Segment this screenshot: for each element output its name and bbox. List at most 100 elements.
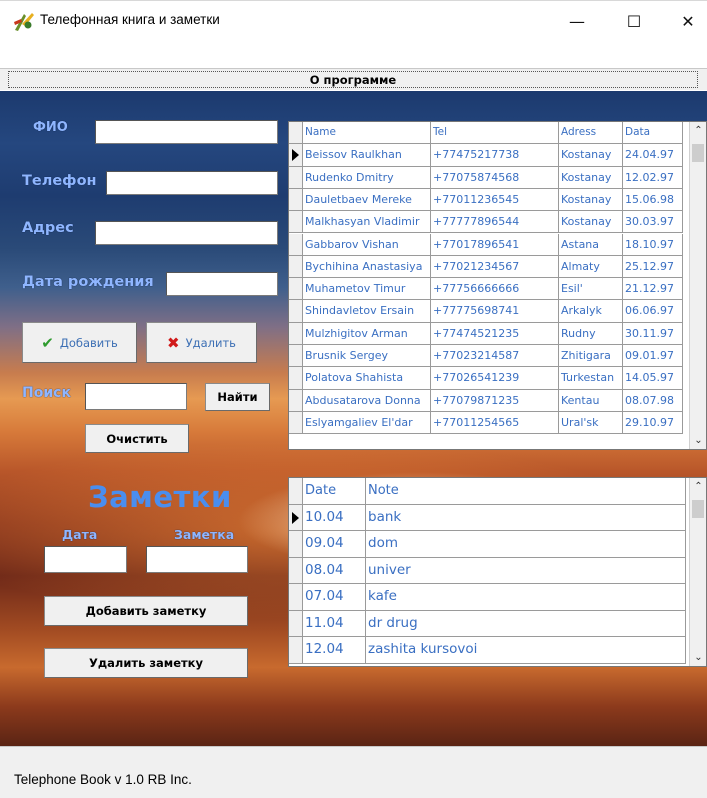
column-header[interactable]: Tel: [431, 122, 559, 145]
table-cell[interactable]: Rudny: [559, 322, 623, 345]
table-row[interactable]: Bychihina Anastasiya +77021234567 Almaty 25…: [289, 255, 683, 279]
table-cell[interactable]: +77474521235: [431, 322, 559, 345]
search-input[interactable]: [85, 383, 187, 410]
table-cell[interactable]: 08.04: [303, 557, 366, 584]
table-cell[interactable]: +77011236545: [431, 188, 559, 212]
table-row[interactable]: Malkhasyan Vladimir +77777896544 Kostanay 3…: [289, 211, 683, 234]
add-button[interactable]: ✔ Добавить: [22, 322, 137, 363]
close-button[interactable]: ✕: [666, 1, 707, 41]
table-cell[interactable]: +77079871235: [431, 389, 559, 412]
about-menu-item[interactable]: О программе: [8, 71, 698, 88]
scroll-down-icon[interactable]: ⌄: [690, 432, 706, 449]
maximize-button[interactable]: ☐: [612, 1, 656, 41]
birthdate-input[interactable]: [166, 272, 278, 296]
table-cell[interactable]: +77756666666: [431, 278, 559, 301]
scroll-thumb[interactable]: [692, 500, 704, 518]
column-header[interactable]: Note: [366, 478, 686, 505]
table-cell[interactable]: Kostanay: [559, 144, 623, 167]
table-cell[interactable]: 07.04: [303, 584, 366, 611]
table-row[interactable]: 07.04 kafe: [289, 584, 686, 611]
add-note-button[interactable]: Добавить заметку: [44, 596, 248, 626]
table-cell[interactable]: 06.06.97: [623, 300, 683, 323]
scroll-up-icon[interactable]: ⌃: [690, 478, 706, 495]
table-cell[interactable]: +77075874568: [431, 166, 559, 189]
table-cell[interactable]: +77775698741: [431, 300, 559, 323]
table-row[interactable]: 08.04 univer: [289, 557, 686, 584]
table-cell[interactable]: Abdusatarova Donna: [303, 389, 431, 412]
notes-grid[interactable]: Date Note 10.04 bank 09.04 dom 08.04 univer 07.…: [288, 477, 707, 667]
table-cell[interactable]: 09.01.97: [623, 345, 683, 368]
delete-note-button[interactable]: Удалить заметку: [44, 648, 248, 678]
note-text-input[interactable]: [146, 546, 248, 573]
address-input[interactable]: [95, 221, 278, 245]
table-cell[interactable]: 18.10.97: [623, 233, 683, 256]
table-row[interactable]: 11.04 dr drug: [289, 610, 686, 637]
table-cell[interactable]: Arkalyk: [559, 300, 623, 323]
table-row[interactable]: Brusnik Sergey +77023214587 Zhitigara 09.01…: [289, 345, 683, 368]
scroll-up-icon[interactable]: ⌃: [690, 122, 706, 139]
scroll-thumb[interactable]: [692, 144, 704, 162]
table-cell[interactable]: bank: [366, 504, 686, 531]
table-row[interactable]: Rudenko Dmitry +77075874568 Kostanay 12.02.…: [289, 166, 683, 189]
table-cell[interactable]: Mulzhigitov Arman: [303, 322, 431, 345]
notes-scrollbar[interactable]: ⌃ ⌄: [689, 478, 706, 666]
delete-button[interactable]: ✖ Удалить: [146, 322, 257, 363]
table-cell[interactable]: Muhametov Timur: [303, 278, 431, 301]
table-cell[interactable]: +77021234567: [431, 255, 559, 279]
table-cell[interactable]: Dauletbaev Mereke: [303, 188, 431, 212]
table-cell[interactable]: Zhitigara: [559, 345, 623, 368]
table-cell[interactable]: 25.12.97: [623, 255, 683, 279]
table-cell[interactable]: Malkhasyan Vladimir: [303, 211, 431, 234]
minimize-button[interactable]: —: [555, 1, 599, 41]
phone-input[interactable]: [106, 171, 278, 195]
clear-button[interactable]: Очистить: [85, 424, 189, 453]
table-cell[interactable]: dr drug: [366, 610, 686, 637]
table-cell[interactable]: 11.04: [303, 610, 366, 637]
table-row[interactable]: 12.04 zashita kursovoi: [289, 637, 686, 664]
table-cell[interactable]: kafe: [366, 584, 686, 611]
table-row[interactable]: 10.04 bank: [289, 504, 686, 531]
table-row[interactable]: Polatova Shahista +77026541239 Turkestan 14…: [289, 367, 683, 390]
table-cell[interactable]: 12.04: [303, 637, 366, 664]
table-cell[interactable]: +77017896541: [431, 233, 559, 256]
table-cell[interactable]: +77777896544: [431, 211, 559, 234]
table-cell[interactable]: Esil': [559, 278, 623, 301]
table-cell[interactable]: Almaty: [559, 255, 623, 279]
fio-input[interactable]: [95, 120, 278, 144]
column-header[interactable]: Name: [303, 122, 431, 145]
table-cell[interactable]: Astana: [559, 233, 623, 256]
table-row[interactable]: Dauletbaev Mereke +77011236545 Kostanay 15.…: [289, 188, 683, 212]
table-row[interactable]: 09.04 dom: [289, 531, 686, 558]
table-cell[interactable]: Brusnik Sergey: [303, 345, 431, 368]
contacts-scrollbar[interactable]: ⌃ ⌄: [689, 122, 706, 449]
table-cell[interactable]: 10.04: [303, 504, 366, 531]
table-cell[interactable]: +77011254565: [431, 411, 559, 435]
table-cell[interactable]: zashita kursovoi: [366, 637, 686, 664]
table-cell[interactable]: 30.03.97: [623, 211, 683, 234]
table-cell[interactable]: 09.04: [303, 531, 366, 558]
scroll-down-icon[interactable]: ⌄: [690, 649, 706, 666]
table-cell[interactable]: +77023214587: [431, 345, 559, 368]
table-cell[interactable]: Rudenko Dmitry: [303, 166, 431, 189]
table-cell[interactable]: Shindavletov Ersain: [303, 300, 431, 323]
contacts-grid[interactable]: Name Tel Adress Data Beissov Raulkhan +77475…: [288, 121, 707, 450]
table-cell[interactable]: 14.05.97: [623, 367, 683, 390]
table-cell[interactable]: Eslyamgaliev El'dar: [303, 411, 431, 435]
table-cell[interactable]: +77475217738: [431, 144, 559, 167]
table-cell[interactable]: 15.06.98: [623, 188, 683, 212]
table-row[interactable]: Gabbarov Vishan +77017896541 Astana 18.10.9…: [289, 233, 683, 256]
note-date-input[interactable]: [44, 546, 127, 573]
table-cell[interactable]: Turkestan: [559, 367, 623, 390]
table-cell[interactable]: Kostanay: [559, 211, 623, 234]
table-cell[interactable]: 30.11.97: [623, 322, 683, 345]
table-cell[interactable]: univer: [366, 557, 686, 584]
table-cell[interactable]: +77026541239: [431, 367, 559, 390]
table-cell[interactable]: 29.10.97: [623, 411, 683, 435]
table-cell[interactable]: 12.02.97: [623, 166, 683, 189]
table-row[interactable]: Eslyamgaliev El'dar +77011254565 Ural'sk 29…: [289, 411, 683, 435]
column-header[interactable]: Adress: [559, 122, 623, 145]
table-row[interactable]: Beissov Raulkhan +77475217738 Kostanay 24.0…: [289, 144, 683, 167]
table-row[interactable]: Abdusatarova Donna +77079871235 Kentau 08.0…: [289, 389, 683, 412]
table-cell[interactable]: 21.12.97: [623, 278, 683, 301]
table-cell[interactable]: 08.07.98: [623, 389, 683, 412]
